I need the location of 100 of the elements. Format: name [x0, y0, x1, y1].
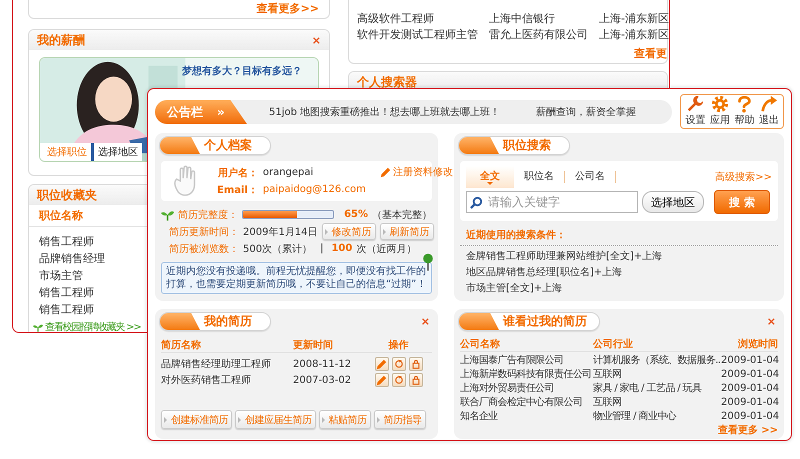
company-cell-text: 上海中信银行	[489, 11, 556, 27]
field-label: 简历被浏览数：	[169, 242, 239, 256]
panel-title: 个人搜索器	[357, 74, 417, 90]
company-cell-text: 上海对外贸易责任公司	[460, 382, 556, 395]
favorite-job-item[interactable]: 销售工程师	[39, 233, 94, 250]
tab-accent	[459, 137, 499, 154]
resume-button[interactable]: 修改简历	[322, 223, 376, 240]
status-note: 次（近两月）	[356, 242, 416, 256]
logout-button[interactable]: 退出	[758, 95, 779, 127]
reminder-text: 近期内您没有投递哦。前程无忧提醒您，即便没有找工作的打算，也需要定期更新简历哦，不要让自己的信息“过期”！	[166, 266, 426, 290]
banner-slogan: 梦想有多大？目标有多远？	[182, 64, 302, 78]
separator-text: |	[320, 243, 324, 254]
more-link[interactable]: 查看更多 >>	[718, 423, 778, 437]
date-cell: 2009-01-04	[721, 354, 780, 366]
more-link[interactable]: 查看更多>>	[256, 1, 319, 16]
date-cell-text: 2007-03-02	[293, 374, 352, 386]
lock-button[interactable]	[408, 373, 422, 387]
panel-title: 我的简历	[204, 313, 252, 330]
field-label: Email：	[217, 184, 258, 196]
view-count: 100	[331, 243, 352, 254]
field-label: 简历完整度：	[178, 208, 238, 222]
refresh-button[interactable]	[392, 357, 406, 371]
industry-cell-text: 互联网	[593, 396, 622, 409]
recent-search-link[interactable]: 市场主管[全文]+上海	[460, 281, 568, 297]
pencil-icon	[376, 358, 387, 370]
view-count: 500次（累计）	[243, 242, 312, 256]
panel-title: 职位收藏夹	[37, 186, 97, 204]
edit-button[interactable]	[374, 357, 388, 371]
area-button[interactable]: 选择地区	[642, 191, 704, 213]
resume-name-cell-text: 品牌销售经理助理工程师	[161, 358, 272, 371]
resume-name-cell-text: 对外医药销售工程师	[161, 374, 252, 387]
favorite-job-item[interactable]: 销售工程师	[39, 301, 94, 318]
edit-button[interactable]	[374, 373, 388, 387]
close-button[interactable]: ×	[420, 315, 430, 328]
wrench-icon	[686, 95, 704, 113]
notice-message: 51job 地图搜索重磅推出！想去哪上班就去哪上班！	[269, 106, 500, 119]
resume-action-button[interactable]: 粘贴简历	[318, 410, 370, 429]
resume-action-button[interactable]: 创建应届生简历	[235, 410, 316, 429]
apps-button[interactable]: 应用	[710, 95, 730, 127]
banner-tab[interactable]: 选择地区	[91, 143, 142, 161]
sprout-icon	[33, 322, 43, 332]
close-button[interactable]: ×	[312, 34, 321, 46]
settings-button[interactable]: 设置	[685, 95, 706, 127]
banner-tab[interactable]: 选择职位	[40, 143, 91, 161]
help-button[interactable]: 帮助	[734, 95, 754, 127]
notice-message: 薪酬查询，薪资全掌握	[536, 106, 636, 119]
resume-action-button[interactable]: 简历指导	[374, 410, 426, 429]
job-title-cell-text: 高级软件工程师	[357, 11, 435, 27]
search-tab[interactable]: 公司名	[565, 171, 616, 183]
percent-text: 65%	[344, 209, 368, 220]
industry-cell-text: 互联网	[593, 368, 622, 381]
column-header: 更新时间	[293, 338, 334, 352]
column-header: 操作	[388, 338, 408, 352]
email-link[interactable]: paipaidog@126.com	[262, 184, 366, 195]
refresh-button[interactable]	[392, 373, 406, 387]
column-header: 公司名称	[460, 338, 501, 351]
search-tab[interactable]: 全文	[466, 166, 514, 188]
date-text: 2009年1月14日	[243, 226, 318, 238]
column-header: 简历名称	[161, 338, 202, 352]
lock-icon	[410, 359, 420, 369]
favorite-job-item[interactable]: 销售工程师	[39, 284, 94, 301]
close-button[interactable]: ×	[766, 315, 776, 328]
date-cell: 2009-01-04	[721, 382, 780, 394]
industry-cell-text: 物业管理 / 商业中心	[593, 410, 678, 423]
resume-action-button[interactable]: 创建标准简历	[161, 410, 232, 429]
column-header: 浏览时间	[738, 338, 778, 351]
search-button[interactable]: 搜 索	[714, 190, 770, 214]
search-tab[interactable]: 职位名	[514, 171, 565, 183]
more-link[interactable]: 查看更	[634, 47, 667, 60]
favorite-job-item[interactable]: 品牌销售经理	[39, 250, 105, 267]
pencil-icon	[380, 166, 391, 178]
status-note: （基本完整）	[372, 208, 432, 222]
resume-button[interactable]: 刷新简历	[380, 223, 434, 240]
help-icon	[735, 95, 754, 113]
tab-accent	[459, 313, 499, 330]
search-field[interactable]: 请输入关键字	[466, 191, 638, 213]
curved-arrow-icon	[760, 95, 778, 113]
advanced-search-link[interactable]: 高级搜索>>	[715, 170, 772, 184]
lock-icon	[410, 375, 420, 385]
recent-search-link[interactable]: 地区品牌销售总经理[职位名]+上海	[460, 265, 628, 281]
campus-favorites-link[interactable]: 查看校园招聘收藏夹 >>	[33, 320, 141, 332]
field-label: 用户名：	[217, 166, 258, 180]
location-cell: 上海-浦东新区	[599, 27, 669, 43]
gear-icon	[710, 95, 729, 113]
tab-accent	[160, 137, 200, 154]
double-chevron: »	[217, 105, 225, 119]
username-text: orangepai	[262, 167, 314, 178]
date-cell: 2009-01-04	[721, 368, 780, 380]
date-cell-text: 2008-11-12	[293, 358, 352, 370]
company-cell-text: 雷允上医药有限公司	[489, 27, 589, 43]
favorite-job-item[interactable]: 市场主管	[39, 267, 83, 284]
industry-cell-text: 家具 / 家电 / 工艺品 / 玩具	[593, 382, 702, 395]
panel-title: 谁看过我的简历	[503, 313, 587, 330]
edit-profile-link[interactable]: 注册资料修改	[380, 165, 453, 179]
column-header: 公司行业	[593, 338, 634, 351]
lock-button[interactable]	[408, 357, 422, 371]
pencil-icon	[376, 374, 387, 386]
industry-cell-text: 计算机服务（系统、数据服务..	[593, 354, 721, 367]
company-cell-text: 上海国泰广告有限限公司	[460, 354, 564, 367]
recent-search-link[interactable]: 金牌销售工程师助理兼网站维护[全文]+上海	[460, 249, 668, 265]
